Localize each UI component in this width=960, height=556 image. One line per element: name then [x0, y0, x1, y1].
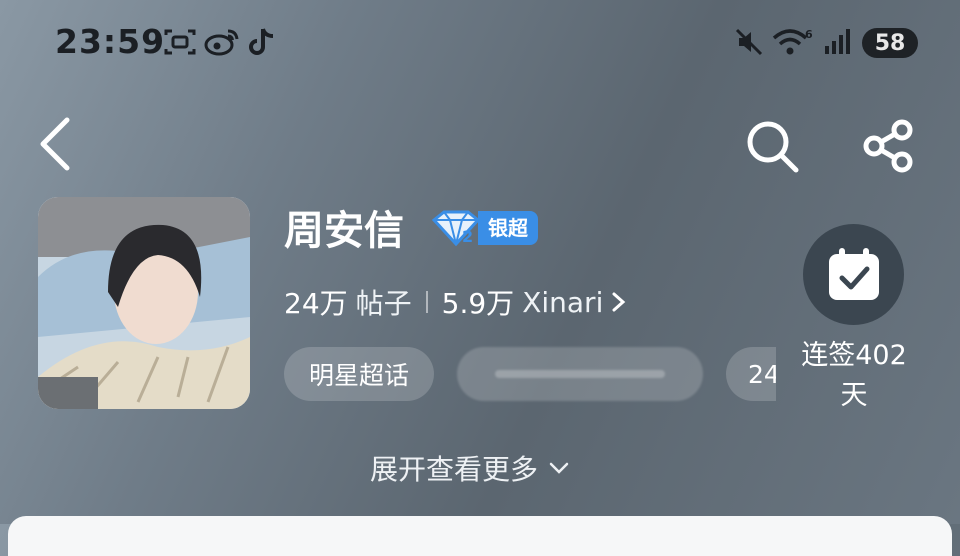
- posts-label: 帖子: [355, 287, 412, 320]
- tag-star-topic[interactable]: 明星超话: [284, 347, 434, 401]
- chevron-down-icon: [549, 462, 569, 474]
- chevron-right-icon[interactable]: [609, 288, 629, 316]
- share-icon: [863, 119, 913, 173]
- back-arrow-icon: [40, 117, 70, 171]
- signal-icon: [822, 26, 854, 58]
- diamond-icon: 2: [431, 210, 481, 247]
- badge-level: 2: [462, 227, 473, 246]
- calendar-check-icon: [828, 247, 879, 300]
- search-icon: [747, 121, 799, 173]
- profile-stats: 24万 帖子 5.9万 Xinari: [284, 282, 629, 322]
- fans-label[interactable]: Xinari: [522, 286, 603, 319]
- checkin-label[interactable]: 连签402天: [792, 336, 916, 416]
- avatar[interactable]: [38, 197, 250, 409]
- battery-indicator: 58: [862, 28, 918, 58]
- status-time: 23:59: [55, 22, 166, 61]
- level-badge[interactable]: 2 银超: [430, 208, 538, 248]
- wifi-icon: 6: [772, 26, 816, 58]
- fans-count[interactable]: 5.9万: [442, 282, 515, 322]
- share-button[interactable]: [858, 116, 918, 176]
- tag-blurred[interactable]: [457, 347, 703, 401]
- checkin-button[interactable]: [803, 224, 904, 325]
- stats-divider: [425, 291, 428, 313]
- back-button[interactable]: [30, 114, 80, 174]
- content-sheet: [8, 516, 952, 556]
- screen-record-icon: [163, 26, 197, 58]
- weibo-icon: [204, 26, 240, 58]
- avatar-image: [38, 197, 250, 409]
- posts-count: 24万: [284, 287, 348, 320]
- wifi-badge: 6: [805, 28, 813, 41]
- expand-more-label: 展开查看更多: [370, 453, 539, 486]
- tiktok-icon: [249, 26, 277, 58]
- blurred-text-mask: [495, 370, 665, 378]
- badge-label: 银超: [478, 211, 538, 245]
- expand-more-button[interactable]: 展开查看更多: [370, 448, 570, 488]
- mute-icon: [733, 26, 765, 58]
- search-button[interactable]: [742, 116, 802, 176]
- page-title: 周安信: [284, 208, 404, 254]
